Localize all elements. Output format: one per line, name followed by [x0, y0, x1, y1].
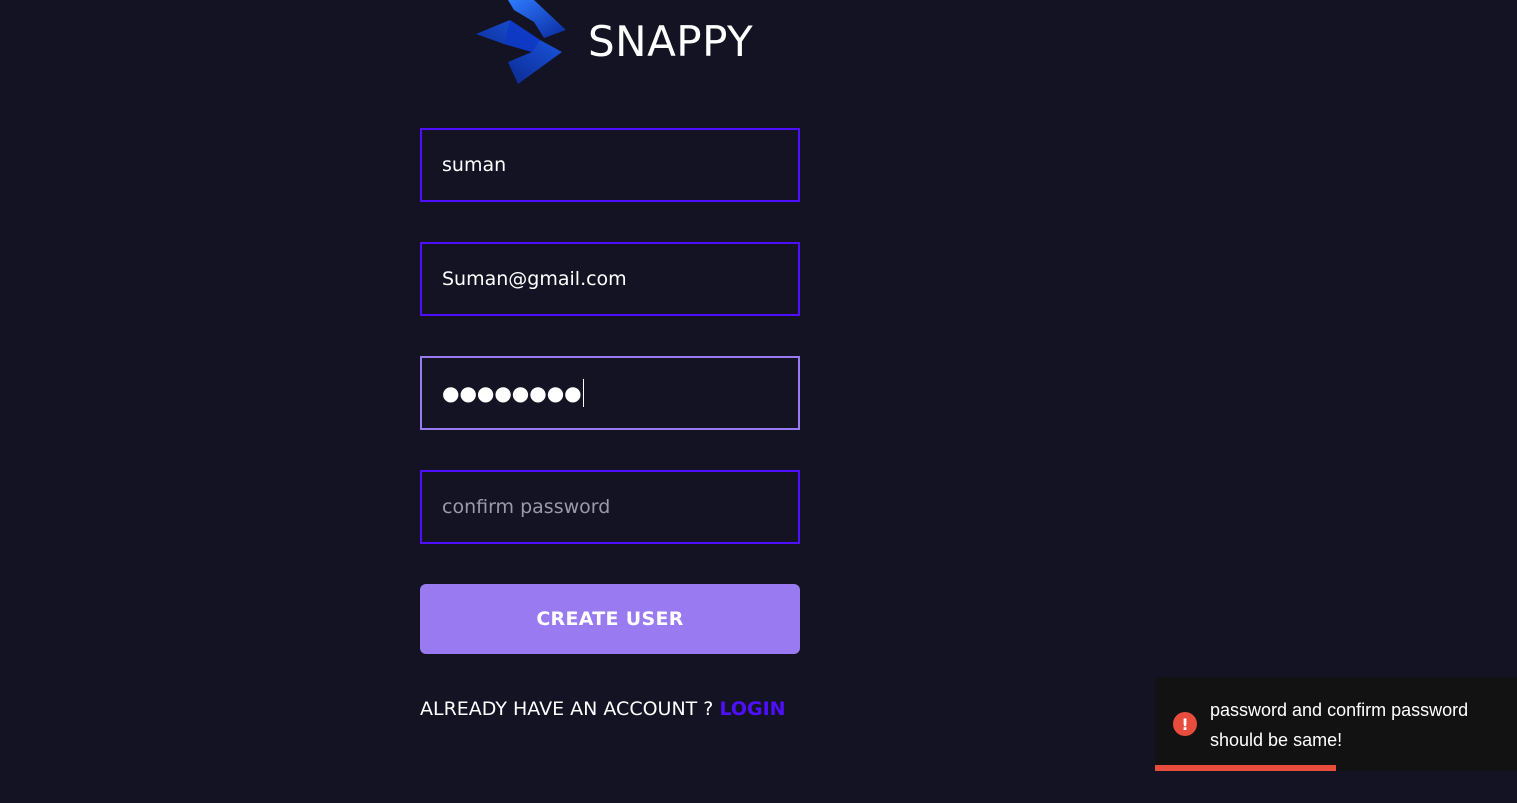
confirm-password-input[interactable]: confirm password — [420, 470, 800, 544]
text-caret — [582, 379, 585, 407]
snappy-logo-icon — [476, 0, 566, 84]
brand: SNAPPY — [474, 0, 753, 86]
login-link[interactable]: LOGIN — [719, 698, 785, 720]
register-page: SNAPPY suman Suman@gmail.com ●●●●●●●● co… — [0, 0, 1517, 803]
confirm-password-placeholder: confirm password — [442, 496, 611, 518]
error-toast[interactable]: ! password and confirm password should b… — [1155, 677, 1517, 771]
password-input[interactable]: ●●●●●●●● — [420, 356, 800, 430]
exclamation-icon: ! — [1173, 712, 1197, 736]
email-value: Suman@gmail.com — [442, 268, 627, 290]
toast-message: password and confirm password should be … — [1210, 700, 1469, 750]
email-input[interactable]: Suman@gmail.com — [420, 242, 800, 316]
toast-progress-bar — [1155, 765, 1336, 771]
login-prompt-text: ALREADY HAVE AN ACCOUNT ? — [420, 698, 720, 720]
password-masked-value: ●●●●●●●● — [442, 381, 582, 405]
create-user-button[interactable]: CREATE USER — [420, 584, 800, 654]
username-input[interactable]: suman — [420, 128, 800, 202]
username-value: suman — [442, 154, 507, 176]
brand-name: SNAPPY — [588, 16, 754, 66]
login-prompt: ALREADY HAVE AN ACCOUNT ? LOGIN — [420, 698, 786, 720]
